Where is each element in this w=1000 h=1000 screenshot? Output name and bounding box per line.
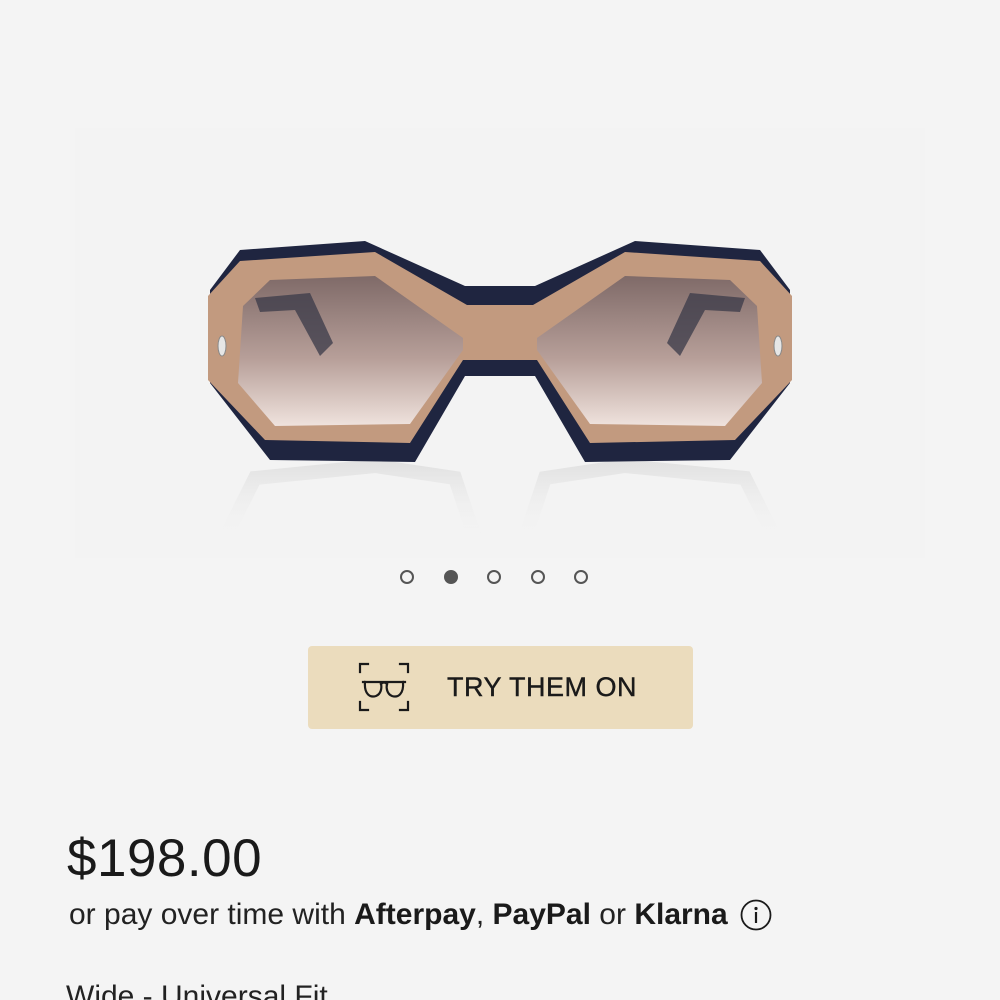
product-page: TRY THEM ON $198.00 or pay over time wit…	[0, 0, 1000, 1000]
gallery-dot[interactable]	[487, 570, 501, 584]
klarna-link[interactable]: Klarna	[634, 898, 727, 932]
pay-prefix: or pay over time with	[69, 898, 346, 931]
reflection	[213, 458, 787, 545]
payment-options: or pay over time with Afterpay, PayPal o…	[69, 898, 772, 932]
connector-text: or	[599, 898, 626, 931]
gallery-dot[interactable]	[530, 570, 545, 584]
try-them-on-button[interactable]: TRY THEM ON	[308, 646, 693, 729]
info-icon[interactable]	[740, 899, 772, 931]
separator: ,	[475, 898, 485, 931]
gallery-dot[interactable]	[400, 570, 414, 584]
product-image[interactable]	[75, 128, 925, 558]
gallery-dot[interactable]	[443, 570, 458, 584]
paypal-link[interactable]: PayPal	[493, 898, 591, 932]
virtual-try-on-icon	[358, 662, 410, 712]
gallery-pagination	[0, 570, 1000, 586]
afterpay-link[interactable]: Afterpay	[354, 898, 476, 932]
gallery-dot[interactable]	[574, 570, 588, 584]
try-on-label: TRY THEM ON	[447, 672, 638, 702]
fit-description: Wide - Universal Fit	[66, 980, 328, 1000]
sunglasses-image	[208, 241, 792, 545]
product-price: $198.00	[67, 829, 263, 888]
